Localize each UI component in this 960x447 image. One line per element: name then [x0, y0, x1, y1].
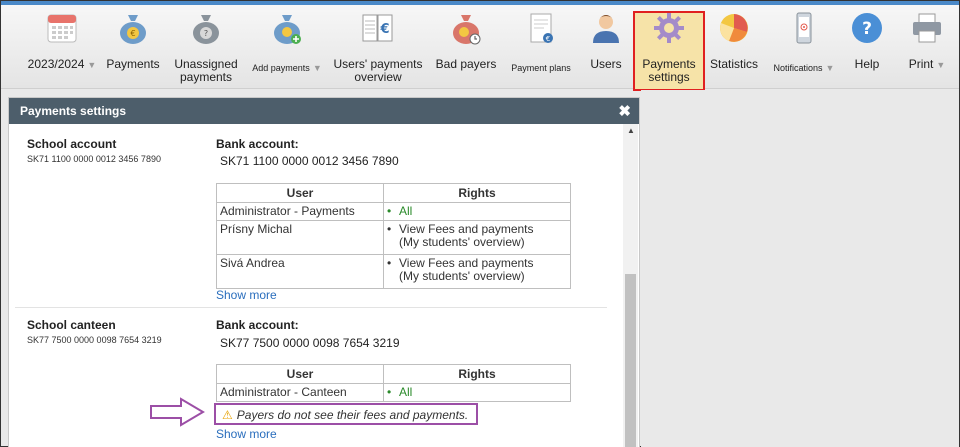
toolbar-print[interactable]: Print ▼ [897, 11, 957, 89]
table-header-row: User Rights [216, 364, 571, 384]
svg-text:€: € [379, 22, 389, 37]
rights-cell: • View Fees and payments (My students' ov… [383, 220, 571, 255]
table-row: Administrator - Payments • All [216, 202, 571, 221]
payers-warning: ⚠ Payers do not see their fees and paymen… [214, 403, 478, 425]
toolbar-notifications[interactable]: Notifications ▼ [769, 11, 839, 89]
right-item: All [399, 385, 413, 399]
divider [15, 307, 607, 308]
user-icon [593, 15, 619, 43]
column-header-rights: Rights [383, 364, 571, 384]
warning-icon: ⚠ [222, 408, 233, 422]
toolbar-payment-plans[interactable]: € Payment plans [507, 11, 575, 89]
user-cell: Administrator - Payments [216, 202, 384, 221]
account-name: School canteen [27, 318, 116, 332]
toolbar-users-payments-overview[interactable]: € Users' payments overview [331, 11, 425, 89]
show-more-link[interactable]: Show more [216, 288, 277, 302]
toolbar-bad-payers[interactable]: Bad payers [431, 11, 501, 89]
vertical-scrollbar[interactable]: ▲ [623, 124, 638, 447]
table-row: Prísny Michal • View Fees and payments (M… [216, 220, 571, 255]
bank-account-label: Bank account: [216, 318, 299, 332]
toolbar-label: Help [854, 57, 880, 71]
toolbar-label: Bad payers [435, 57, 497, 71]
bank-account-value: SK71 1100 0000 0012 3456 7890 [220, 154, 399, 168]
calendar-icon [47, 14, 77, 43]
close-icon[interactable]: ✖ [618, 102, 631, 120]
toolbar-label: Payments settings [642, 57, 696, 84]
ledger-euro-icon: € [362, 14, 393, 42]
toolbar-label: Unassigned payments [174, 57, 238, 84]
phone-icon [796, 12, 812, 44]
user-cell: Prísny Michal [216, 220, 384, 255]
toolbar-label: Users' payments overview [333, 57, 423, 84]
rights-table: User Rights Administrator - Canteen • All [216, 364, 571, 402]
rights-cell: • View Fees and payments (My students' ov… [383, 254, 571, 289]
right-item: View Fees and payments (My students' ove… [399, 222, 534, 249]
annotation-arrow-icon [150, 397, 205, 427]
toolbar-payments[interactable]: € Payments [103, 11, 163, 89]
column-header-rights: Rights [383, 183, 571, 203]
account-name: School account [27, 137, 117, 151]
money-bag-question-icon: ? [193, 15, 219, 44]
svg-text:€: € [546, 35, 550, 43]
show-more-link[interactable]: Show more [216, 427, 277, 441]
account-iban: SK71 1100 0000 0012 3456 7890 [27, 154, 161, 164]
toolbar-label: Payment plans [511, 63, 571, 73]
rights-table: User Rights Administrator - Payments • Al… [216, 183, 571, 289]
toolbar-users[interactable]: Users [583, 11, 629, 89]
toolbar-label: Add payments [252, 63, 310, 73]
warning-text: Payers do not see their fees and payment… [236, 408, 469, 422]
scroll-up-icon[interactable]: ▲ [627, 126, 635, 135]
help-icon: ? [852, 13, 882, 43]
rights-cell: • All [383, 202, 571, 221]
column-header-user: User [216, 364, 384, 384]
svg-text:?: ? [862, 19, 872, 39]
main-toolbar: 2023/2024 ▼ € Payments ? Unassigned payme… [1, 5, 959, 91]
pie-chart-icon [720, 14, 748, 42]
panel-header: Payments settings ✖ [9, 98, 639, 124]
toolbar-label: 2023/2024 [27, 57, 85, 71]
user-cell: Sivá Andrea [216, 254, 384, 289]
table-header-row: User Rights [216, 183, 571, 203]
table-row: Administrator - Canteen • All [216, 383, 571, 402]
money-bag-euro-icon: € [120, 15, 146, 44]
toolbar-statistics[interactable]: Statistics [707, 11, 761, 89]
rights-cell: • All [383, 383, 571, 402]
right-item: View Fees and payments (My students' ove… [399, 256, 534, 283]
toolbar-label: Notifications [773, 63, 823, 73]
toolbar-add-payments[interactable]: Add payments ▼ [249, 11, 325, 89]
chevron-down-icon[interactable]: ▼ [826, 63, 835, 73]
svg-text:?: ? [204, 29, 208, 38]
toolbar-label: Print [908, 57, 934, 71]
toolbar-payments-settings[interactable]: Payments settings [635, 11, 703, 89]
toolbar-label: Users [590, 57, 622, 71]
table-row: Sivá Andrea • View Fees and payments (My … [216, 254, 571, 289]
toolbar-help[interactable]: ? Help [845, 11, 889, 89]
column-header-user: User [216, 183, 384, 203]
bank-account-value: SK77 7500 0000 0098 7654 3219 [220, 336, 400, 350]
bank-account-label: Bank account: [216, 137, 299, 151]
toolbar-label: Statistics [709, 57, 758, 71]
chevron-down-icon[interactable]: ▼ [313, 63, 322, 73]
document-euro-icon: € [530, 13, 553, 43]
right-item: All [399, 204, 413, 218]
money-bag-add-icon [274, 15, 301, 44]
toolbar-label: Payments [106, 57, 160, 71]
gear-icon [654, 13, 684, 43]
chevron-down-icon[interactable]: ▼ [87, 60, 96, 70]
panel-title: Payments settings [20, 104, 127, 118]
chevron-down-icon[interactable]: ▼ [936, 60, 945, 70]
background-area [641, 90, 959, 447]
toolbar-school-year[interactable]: 2023/2024 ▼ [25, 11, 99, 89]
scrollbar-thumb[interactable] [625, 274, 636, 447]
toolbar-unassigned-payments[interactable]: ? Unassigned payments [169, 11, 243, 89]
account-iban: SK77 7500 0000 0098 7654 3219 [27, 335, 162, 345]
printer-icon [913, 13, 941, 43]
user-cell: Administrator - Canteen [216, 383, 384, 402]
money-bag-clock-icon [453, 15, 481, 45]
svg-text:€: € [130, 29, 135, 38]
